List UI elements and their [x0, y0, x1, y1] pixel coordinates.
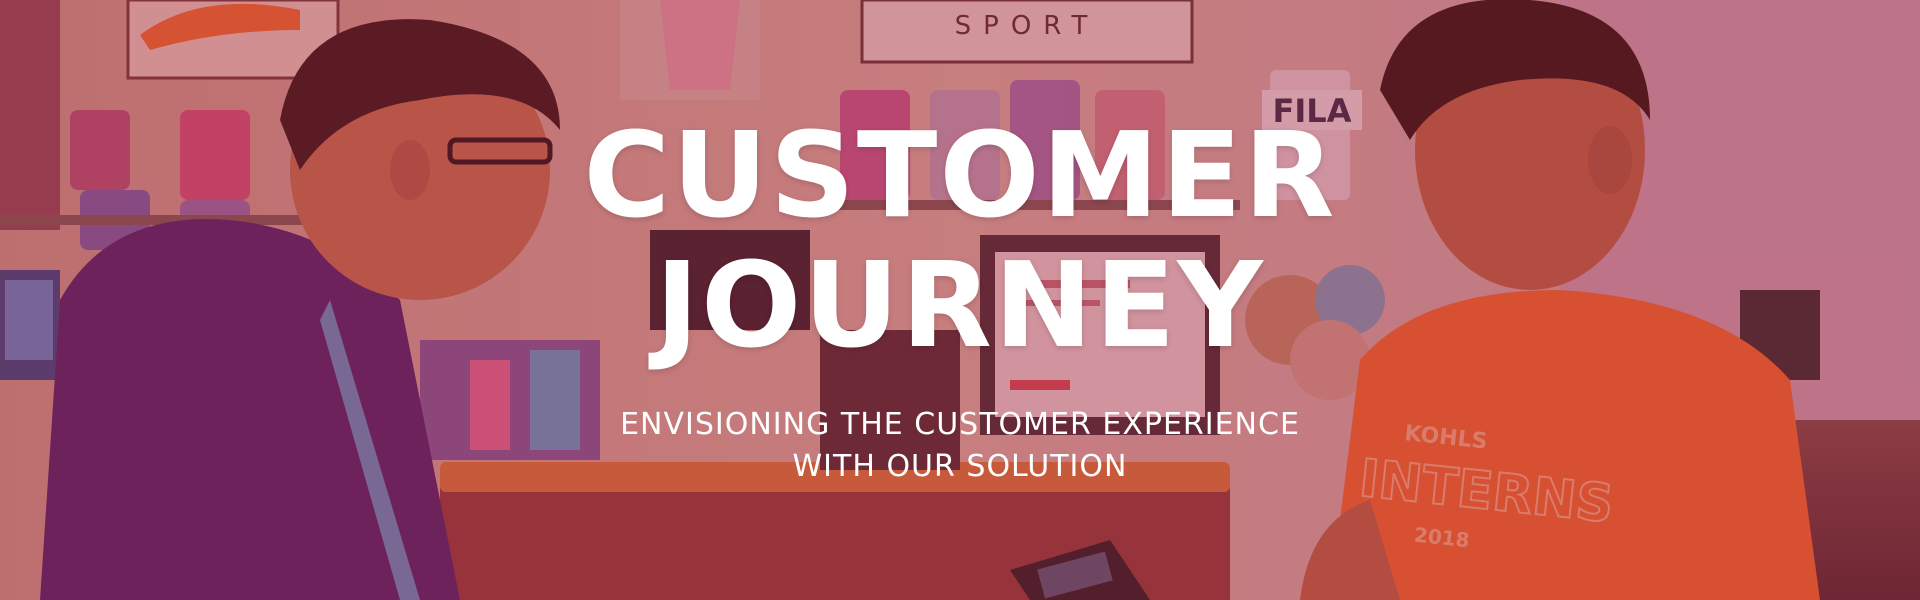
title-line-1: CUSTOMER	[583, 106, 1337, 244]
title-line-2: JOURNEY	[655, 236, 1265, 374]
hero-banner: SPORT FILA KOHLS INTERNS 2018 CUSTOMER J…	[0, 0, 1920, 600]
subtitle-line-1: ENVISIONING THE CUSTOMER EXPERIENCE	[620, 407, 1300, 442]
page-subtitle: ENVISIONING THE CUSTOMER EXPERIENCE WITH…	[0, 404, 1920, 488]
subtitle-line-2: WITH OUR SOLUTION	[792, 449, 1128, 484]
hero-text-block: CUSTOMER JOURNEY ENVISIONING THE CUSTOME…	[0, 110, 1920, 488]
page-title: CUSTOMER JOURNEY	[0, 110, 1920, 370]
